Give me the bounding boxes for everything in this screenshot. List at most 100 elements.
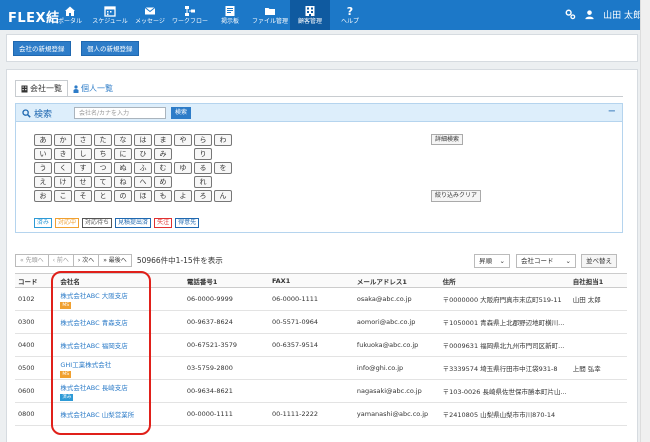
kana-button[interactable]: け [54, 176, 72, 188]
settings-icon[interactable] [565, 9, 576, 20]
table-row[interactable]: 0600 株式会社ABC 長崎支店 済み 00-9634-8621 nagasaki@a… [15, 379, 627, 403]
nav-customer[interactable]: 顧客管理 [290, 0, 330, 30]
kana-button[interactable]: み [154, 148, 172, 160]
kana-button[interactable]: す [74, 162, 92, 174]
kana-button[interactable]: い [34, 148, 52, 160]
kana-button[interactable]: と [94, 190, 112, 202]
search-input[interactable]: 会社名/カナを入力 [74, 107, 166, 119]
kana-button[interactable]: せ [74, 176, 92, 188]
kana-button[interactable]: き [54, 148, 72, 160]
sort-key-select[interactable]: 会社コード ⌄ [516, 254, 576, 268]
new-person-button[interactable]: 個人の新規登録 [81, 41, 139, 56]
kana-button[interactable]: ろ [194, 190, 212, 202]
kana-button[interactable]: よ [174, 190, 192, 202]
kana-button[interactable]: わ [214, 134, 232, 146]
kana-button[interactable]: ん [214, 190, 232, 202]
new-company-button[interactable]: 会社の新規登録 [13, 41, 71, 56]
kana-button[interactable]: む [154, 162, 172, 174]
column-header[interactable]: 自社担当1 [569, 273, 627, 288]
table-row[interactable]: 0300 株式会社ABC 青森支店 00-9637-8624 00-5571-0964… [15, 310, 627, 334]
company-link[interactable]: 株式会社ABC 長崎支店 [60, 382, 181, 392]
kana-button[interactable]: お [34, 190, 52, 202]
company-link[interactable]: 株式会社ABC 大阪支店 [60, 290, 181, 300]
user-icon[interactable] [584, 9, 595, 20]
kana-button[interactable]: た [94, 134, 112, 146]
kana-button[interactable]: の [114, 190, 132, 202]
company-link[interactable]: 株式会社ABC 福岡支店 [60, 340, 181, 350]
kana-button[interactable]: め [154, 176, 172, 188]
kana-button[interactable]: な [114, 134, 132, 146]
kana-button[interactable]: か [54, 134, 72, 146]
kana-button[interactable]: れ [194, 176, 212, 188]
cell-company[interactable]: 株式会社ABC 福岡支店 [57, 333, 184, 357]
table-row[interactable]: 0500 GHI工業株式会社 MS 03-5759-2800 info@ghi.co.j… [15, 356, 627, 380]
kana-button[interactable]: る [194, 162, 212, 174]
kana-button[interactable]: や [174, 134, 192, 146]
table-row[interactable]: 0400 株式会社ABC 福岡支店 00-67521-3579 00-6357-951… [15, 333, 627, 357]
column-header[interactable]: FAX1 [268, 273, 354, 288]
prev-page-button[interactable]: ‹ 前へ [47, 254, 74, 267]
column-header[interactable]: 電話番号1 [183, 273, 269, 288]
first-page-button[interactable]: « 先頭へ [15, 254, 49, 267]
kana-button[interactable]: ま [154, 134, 172, 146]
status-filter-badge[interactable]: 得意先 [175, 218, 200, 228]
search-button[interactable]: 検索 [171, 107, 192, 119]
status-filter-badge[interactable]: 失注 [154, 218, 173, 228]
kana-button[interactable]: に [114, 148, 132, 160]
kana-button[interactable]: ち [94, 148, 112, 160]
kana-button[interactable]: て [94, 176, 112, 188]
last-page-button[interactable]: » 最後へ [98, 254, 132, 267]
kana-button[interactable]: さ [74, 134, 92, 146]
kana-button[interactable]: つ [94, 162, 112, 174]
nav-file[interactable]: ファイル管理 [250, 0, 290, 30]
user-name[interactable]: 山田 太郎 [603, 8, 642, 21]
next-page-button[interactable]: › 次へ [72, 254, 100, 267]
cell-company[interactable]: GHI工業株式会社 MS [57, 356, 184, 380]
collapse-icon[interactable]: − [608, 106, 616, 117]
status-filter-badge[interactable]: 済み [34, 218, 53, 228]
kana-button[interactable]: ぬ [114, 162, 132, 174]
detail-search-button[interactable]: 詳細検索 [431, 134, 464, 145]
kana-button[interactable]: は [134, 134, 152, 146]
sort-order-select[interactable]: 昇順 ⌄ [474, 254, 510, 268]
status-filter-badge[interactable]: 見積提出済 [115, 218, 152, 228]
kana-button[interactable]: う [34, 162, 52, 174]
nav-portal[interactable]: ポータル [50, 0, 90, 30]
kana-button[interactable]: へ [134, 176, 152, 188]
scrollbar[interactable] [640, 0, 650, 442]
kana-button[interactable]: を [214, 162, 232, 174]
kana-button[interactable]: ね [114, 176, 132, 188]
nav-help[interactable]: ? ヘルプ [330, 0, 370, 30]
column-header[interactable]: 住所 [439, 273, 570, 288]
kana-button[interactable]: そ [74, 190, 92, 202]
cell-company[interactable]: 株式会社ABC 大阪支店 MS [57, 287, 184, 311]
kana-button[interactable]: あ [34, 134, 52, 146]
cell-company[interactable]: 株式会社ABC 青森支店 [57, 310, 184, 334]
cell-company[interactable]: 株式会社ABC 長崎支店 済み [57, 379, 184, 403]
kana-button[interactable]: ゆ [174, 162, 192, 174]
kana-button[interactable]: ふ [134, 162, 152, 174]
status-filter-badge[interactable]: 対応待ち [82, 218, 113, 228]
cell-company[interactable]: 株式会社ABC 山梨営業所 [57, 402, 184, 426]
column-header[interactable]: 会社名 [57, 273, 184, 288]
kana-button[interactable]: り [194, 148, 212, 160]
kana-button[interactable]: し [74, 148, 92, 160]
kana-button[interactable]: ら [194, 134, 212, 146]
tab-person-list[interactable]: 個人一覧 [68, 80, 118, 97]
nav-workflow[interactable]: ワークフロー [170, 0, 210, 30]
kana-button[interactable]: も [154, 190, 172, 202]
column-header[interactable]: メールアドレス1 [353, 273, 440, 288]
table-row[interactable]: 0102 株式会社ABC 大阪支店 MS 06-0000-9999 06-0000-11… [15, 287, 627, 311]
nav-message[interactable]: メッセージ [130, 0, 170, 30]
kana-button[interactable]: ひ [134, 148, 152, 160]
status-filter-badge[interactable]: 対応中 [55, 218, 80, 228]
clear-filter-button[interactable]: 絞り込みクリア [431, 190, 482, 202]
kana-button[interactable]: ほ [134, 190, 152, 202]
nav-board[interactable]: 掲示板 [210, 0, 250, 30]
kana-button[interactable]: く [54, 162, 72, 174]
column-header[interactable]: コード [15, 273, 58, 288]
sort-button[interactable]: 並べ替え [581, 254, 617, 268]
table-row[interactable]: 0800 株式会社ABC 山梨営業所 00-0000-1111 00-1111-222… [15, 402, 627, 426]
kana-button[interactable]: こ [54, 190, 72, 202]
tab-company-list[interactable]: 会社一覧 [15, 80, 68, 97]
